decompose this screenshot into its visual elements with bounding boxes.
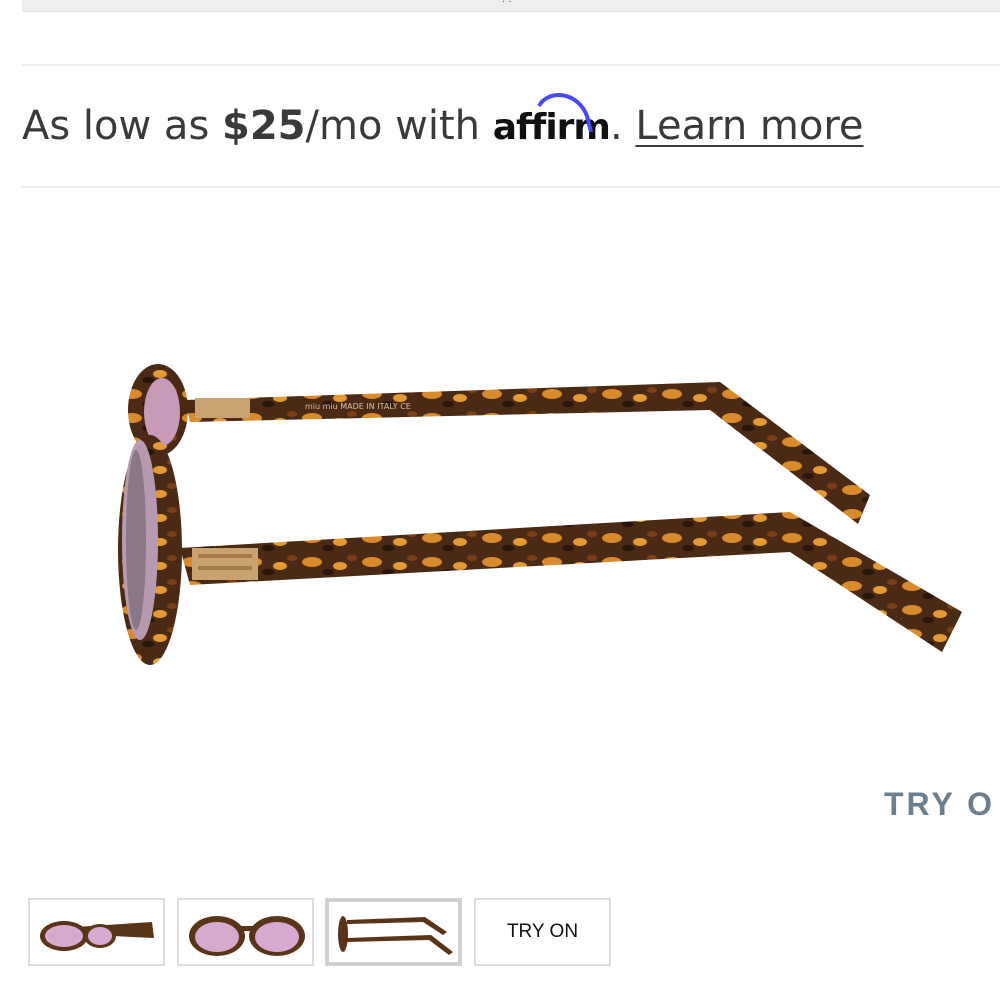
affirm-amount: $25 xyxy=(222,103,306,149)
glasses-angle-icon xyxy=(40,921,154,951)
top-button-stub[interactable]: · · xyxy=(22,0,1000,12)
sunglasses-side-view-image: miu miu MADE IN ITALY CE xyxy=(118,364,962,665)
thumb-side-angle[interactable] xyxy=(28,898,165,966)
svg-text:miu miu MADE IN ITALY CE: miu miu MADE IN ITALY CE xyxy=(305,402,411,411)
divider-bottom xyxy=(22,186,1000,188)
thumb-side[interactable] xyxy=(325,898,462,966)
product-main-image[interactable]: miu miu MADE IN ITALY CE xyxy=(0,200,1000,760)
affirm-financing-message: As low as $25/mo with affirm. Learn more xyxy=(22,93,864,158)
try-on-label: TRY ON xyxy=(506,921,579,942)
try-on-overlay-label[interactable]: TRY O xyxy=(884,786,995,823)
divider-top xyxy=(22,64,1000,66)
affirm-prefix: As low as xyxy=(22,103,222,149)
glasses-front-icon xyxy=(189,916,305,956)
affirm-arc-icon xyxy=(536,93,593,132)
glasses-side-icon xyxy=(338,916,453,955)
affirm-logo: affirm xyxy=(493,93,611,158)
thumb-try-on[interactable]: TRY ON xyxy=(474,898,611,966)
affirm-suffix: /mo with xyxy=(305,103,493,149)
thumb-front[interactable] xyxy=(177,898,314,966)
learn-more-link[interactable]: Learn more xyxy=(635,103,863,149)
